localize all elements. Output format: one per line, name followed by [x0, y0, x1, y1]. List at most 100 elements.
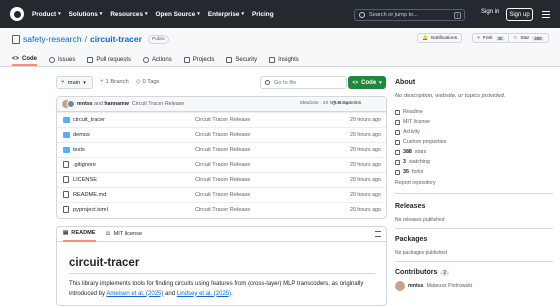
citation-link[interactable]: Ameisen et al. (2025) [106, 291, 163, 297]
tab-security[interactable]: Security [226, 53, 257, 66]
commits-link[interactable]: ◷ 5 Commits [332, 101, 361, 106]
go-to-file-placeholder: Go to file [274, 79, 297, 86]
branches-link[interactable]: ⑂ 1 Branch [100, 79, 129, 85]
file-name-link[interactable]: pyproject.toml [73, 207, 108, 213]
stars-link[interactable]: 388 stars [395, 149, 426, 155]
menu-icon[interactable] [542, 11, 550, 18]
link-label: Custom properties [403, 139, 447, 145]
readme-link[interactable]: Readme [395, 109, 423, 115]
watching-link[interactable]: 3 watching [395, 159, 430, 165]
github-logo-icon[interactable] [10, 7, 24, 21]
license-link[interactable]: MIT license [395, 119, 430, 125]
contributor-login: mntss [408, 283, 424, 289]
custom-properties-link[interactable]: Custom properties [395, 139, 446, 145]
releases-heading[interactable]: Releases [395, 203, 425, 210]
tab-projects[interactable]: Projects [183, 53, 214, 66]
citation-link[interactable]: Lindsey et al. (2025) [177, 291, 231, 297]
chevron-down-icon: ▾ [99, 11, 103, 17]
book-icon [395, 109, 400, 115]
issue-icon [49, 56, 56, 63]
chevron-down-icon: ▾ [58, 11, 61, 17]
nav-product[interactable]: Product ▾ [32, 11, 61, 18]
fork-count: 35 [495, 35, 505, 41]
nav-label: Resources [110, 10, 143, 18]
sign-up-button[interactable]: Sign up [506, 8, 533, 21]
contributors-heading[interactable]: Contributors 2 [395, 269, 450, 276]
report-repository-link[interactable]: Report repository [395, 180, 436, 186]
tags-link[interactable]: ◇ 0 Tags [136, 79, 159, 85]
file-age: 20 hours ago [350, 207, 381, 213]
fork-icon [395, 169, 400, 175]
star-group: ☆ Star 388 [508, 33, 549, 43]
branch-selector[interactable]: ⑂ main ▾ [56, 76, 93, 89]
sign-in-link[interactable]: Sign in [481, 9, 499, 15]
commit-author-link[interactable]: hannamw [104, 101, 128, 107]
notifications-button[interactable]: 🔔 Notifications [417, 33, 463, 43]
file-age: 20 hours ago [350, 177, 381, 183]
branches-label: 1 Branch [105, 79, 129, 85]
search-shortcut-key: / [454, 12, 461, 19]
file-commit-message[interactable]: Circuit Tracer Release [195, 162, 250, 168]
tab-code[interactable]: <> Code [12, 53, 38, 66]
file-commit-message[interactable]: Circuit Tracer Release [195, 192, 250, 198]
nav-pricing[interactable]: Pricing [252, 11, 274, 18]
notifications-label: Notifications [430, 35, 458, 41]
activity-link[interactable]: Activity [395, 129, 420, 135]
search-input[interactable]: Search or jump to... / [354, 9, 465, 21]
tab-pull-requests[interactable]: Pull requests [87, 53, 131, 66]
tab-label: Code [22, 55, 38, 62]
file-commit-message[interactable]: Circuit Tracer Release [195, 132, 250, 138]
contributor-item[interactable]: mntss Mateusz Piotrowski [395, 281, 472, 291]
repo-owner-link[interactable]: safety-research [23, 34, 82, 44]
file-name-link[interactable]: circuit_tracer [73, 117, 105, 123]
table-row: README.md Circuit Tracer Release 20 hours … [57, 187, 386, 202]
file-age: 20 hours ago [350, 192, 381, 198]
nav-open-source[interactable]: Open Source ▾ [156, 11, 200, 18]
file-age: 20 hours ago [350, 117, 381, 123]
tab-actions[interactable]: Actions [143, 53, 172, 66]
no-releases-text: No releases published [395, 217, 445, 223]
nav-solutions[interactable]: Solutions ▾ [69, 11, 103, 18]
commit-message-link[interactable]: Circuit Tracer Release [132, 101, 184, 107]
go-to-file-input[interactable]: Go to file [260, 76, 347, 89]
tab-label: README [71, 230, 96, 236]
tab-label: Pull requests [96, 56, 132, 63]
repo-title: safety-research / circuit-tracer Public [12, 34, 170, 44]
tab-insights[interactable]: Insights [269, 53, 299, 66]
file-name-link[interactable]: README.md [73, 192, 106, 198]
repo-name-link[interactable]: circuit-tracer [90, 34, 142, 44]
file-name-link[interactable]: LICENSE [73, 177, 97, 183]
file-icon [63, 191, 69, 198]
file-name-link[interactable]: .gitignore [73, 162, 96, 168]
file-commit-message[interactable]: Circuit Tracer Release [195, 147, 250, 153]
file-commit-message[interactable]: Circuit Tracer Release [195, 117, 250, 123]
file-commit-message[interactable]: Circuit Tracer Release [195, 177, 250, 183]
tab-readme[interactable]: ▤ README [63, 227, 96, 242]
chevron-down-icon: ▾ [241, 11, 244, 17]
packages-heading[interactable]: Packages [395, 236, 427, 243]
nav-enterprise[interactable]: Enterprise ▾ [208, 11, 244, 18]
folder-icon [63, 147, 70, 153]
file-name-link[interactable]: demos [73, 132, 90, 138]
readme-tabs: ▤ README ⚖ MIT license [57, 227, 386, 242]
star-button[interactable]: ☆ Star 388 [508, 33, 549, 43]
forks-link[interactable]: 35 forks [395, 169, 423, 175]
folder-icon [63, 132, 70, 138]
star-label: Star [520, 35, 530, 41]
link-label: MIT license [403, 119, 430, 125]
nav-resources[interactable]: Resources ▾ [110, 11, 147, 18]
tab-issues[interactable]: Issues [49, 53, 75, 66]
chevron-down-icon: ▾ [197, 11, 200, 17]
tab-license[interactable]: ⚖ MIT license [106, 227, 143, 242]
code-icon: <> [352, 79, 359, 86]
fork-button[interactable]: ⑂ Fork 35 [472, 33, 510, 43]
pull-request-icon [87, 56, 94, 63]
commits-label: 5 Commits [338, 101, 362, 106]
commit-author-link[interactable]: mntss [77, 101, 93, 107]
code-button[interactable]: <> Code ▾ [348, 76, 386, 89]
file-commit-message[interactable]: Circuit Tracer Release [195, 207, 250, 213]
folder-icon [63, 117, 70, 123]
avatar[interactable] [67, 100, 75, 108]
file-name-link[interactable]: tests [73, 147, 85, 153]
outline-list-icon[interactable] [375, 231, 381, 237]
